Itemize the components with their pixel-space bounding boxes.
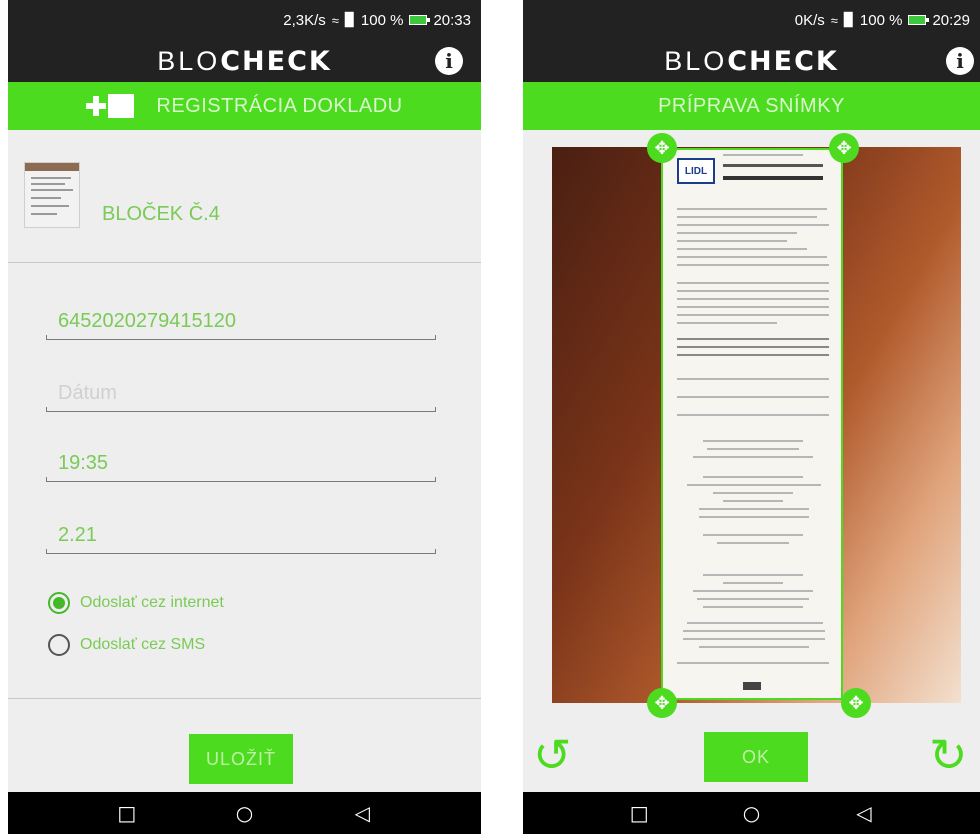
registration-screen: 2,3K/s ≈ ▉ 100 % 20:33 BLOCHECK i REGIST… (8, 0, 481, 834)
android-nav-bar: □ ○ ◁ (8, 792, 481, 834)
drag-handle-icon[interactable]: ✥ (841, 688, 871, 718)
signal-icon: ▉ (843, 12, 854, 27)
rotate-left-icon[interactable]: ↺ (533, 732, 572, 778)
time-field[interactable]: 19:35 (46, 438, 436, 482)
save-button[interactable]: ULOŽIŤ (189, 734, 293, 784)
screenshot-stage: 2,3K/s ≈ ▉ 100 % 20:33 BLOCHECK i REGIST… (0, 0, 980, 834)
nav-recents-icon[interactable]: □ (619, 801, 659, 825)
divider (8, 262, 481, 263)
receipt-crop-area[interactable]: LIDL (661, 148, 843, 700)
info-icon[interactable]: i (946, 47, 974, 75)
rotate-right-icon[interactable]: ↻ (929, 732, 968, 778)
status-bar: 2,3K/s ≈ ▉ 100 % 20:33 (8, 0, 481, 40)
app-logo: BLOCHECK (664, 45, 839, 77)
drag-handle-icon[interactable]: ✥ (829, 133, 859, 163)
store-logo: LIDL (677, 158, 715, 184)
nav-home-icon[interactable]: ○ (731, 801, 771, 825)
signal-icon: ▉ (344, 12, 355, 27)
receipt-thumbnail[interactable] (24, 162, 80, 228)
app-logo: BLOCHECK (157, 45, 332, 77)
radio-button[interactable] (48, 592, 70, 614)
screen-header: REGISTRÁCIA DOKLADU (8, 82, 481, 130)
network-speed: 0K/s (794, 11, 825, 29)
clock: 20:29 (932, 11, 970, 29)
nav-recents-icon[interactable]: □ (107, 801, 147, 825)
add-receipt-icon (86, 94, 135, 118)
nav-back-icon[interactable]: ◁ (342, 801, 382, 825)
radio-button[interactable] (48, 634, 70, 656)
ok-button[interactable]: OK (704, 732, 808, 782)
android-nav-bar: □ ○ ◁ (523, 792, 980, 834)
app-bar: BLOCHECK i (8, 40, 481, 82)
screen-title: REGISTRÁCIA DOKLADU (156, 94, 403, 117)
screen-title: PRÍPRAVA SNÍMKY (658, 94, 845, 117)
app-bar: BLOCHECK i (523, 40, 980, 82)
send-internet-option[interactable]: Odoslať cez internet (48, 592, 224, 614)
receipt-summary: BLOČEK Č.4 (24, 162, 220, 228)
wifi-icon: ≈ (331, 12, 339, 28)
status-bar: 0K/s ≈ ▉ 100 % 20:29 (523, 0, 980, 40)
photo-prep-screen: 0K/s ≈ ▉ 100 % 20:29 BLOCHECK i PRÍPRAVA… (523, 0, 980, 834)
info-icon[interactable]: i (435, 47, 463, 75)
wifi-icon: ≈ (830, 12, 838, 28)
battery-level: 100 % (859, 11, 903, 29)
drag-handle-icon[interactable]: ✥ (647, 133, 677, 163)
battery-icon (908, 15, 930, 25)
battery-level: 100 % (360, 11, 404, 29)
screen-header: PRÍPRAVA SNÍMKY (523, 82, 980, 130)
divider (8, 698, 481, 699)
date-field[interactable]: Dátum (46, 368, 436, 412)
battery-icon (409, 15, 431, 25)
clock: 20:33 (433, 11, 471, 29)
drag-handle-icon[interactable]: ✥ (647, 688, 677, 718)
send-sms-option[interactable]: Odoslať cez SMS (48, 634, 205, 656)
nav-home-icon[interactable]: ○ (224, 801, 264, 825)
receipt-number-field[interactable]: 6452020279415120 (46, 296, 436, 340)
receipt-title: BLOČEK Č.4 (102, 202, 220, 225)
amount-field[interactable]: 2.21 (46, 510, 436, 554)
network-speed: 2,3K/s (283, 11, 326, 29)
nav-back-icon[interactable]: ◁ (844, 801, 884, 825)
